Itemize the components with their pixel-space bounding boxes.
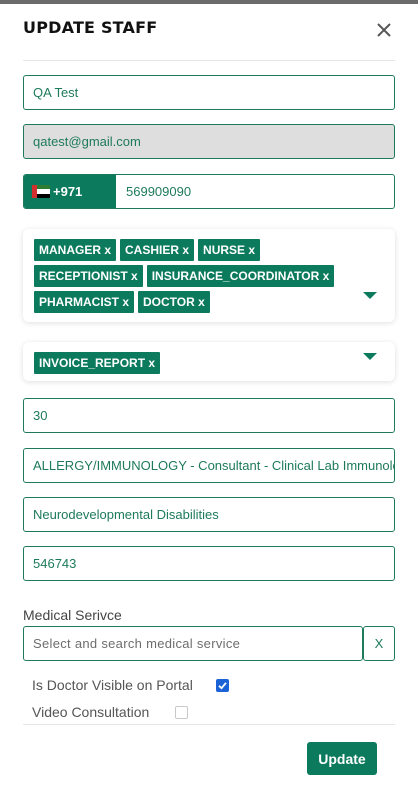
specialty-input[interactable]: ALLERGY/IMMUNOLOGY - Consultant - Clinic… [23, 448, 395, 483]
chip[interactable]: RECEPTIONIST x [34, 265, 143, 287]
chip[interactable]: NURSE x [198, 239, 261, 261]
chip[interactable]: DOCTOR x [138, 291, 210, 313]
permissions-multiselect[interactable]: INVOICE_REPORT x [23, 342, 395, 381]
close-icon[interactable] [374, 20, 394, 40]
medical-service-label: Medical Serivce [23, 607, 122, 623]
chip[interactable]: INSURANCE_COORDINATOR x [146, 265, 335, 287]
visible-on-portal-row: Is Doctor Visible on Portal [32, 677, 193, 693]
phone-field[interactable]: +971 569909090 [23, 174, 395, 209]
video-consultation-checkbox[interactable] [175, 706, 188, 719]
phone-number-input[interactable]: 569909090 [116, 175, 394, 208]
chip[interactable]: MANAGER x [34, 239, 117, 261]
footer-divider [23, 724, 395, 725]
video-consultation-row: Video Consultation [32, 704, 149, 720]
country-code-selector[interactable]: +971 [24, 175, 116, 208]
uae-flag-icon [32, 185, 50, 198]
country-code: +971 [53, 184, 83, 199]
sub-specialty-input[interactable]: Neurodevelopmental Disabilities [23, 497, 395, 532]
chip[interactable]: PHARMACIST x [34, 291, 135, 313]
dialog-title: UPDATE STAFF [23, 18, 158, 37]
chip[interactable]: CASHIER x [120, 239, 195, 261]
medical-service-search-input[interactable]: Select and search medical service [23, 626, 363, 661]
header-divider [23, 60, 395, 61]
roles-chip-list: MANAGER x CASHIER x NURSE x RECEPTIONIST xI… [23, 229, 395, 313]
checkmark-icon [218, 682, 227, 690]
visible-on-portal-checkbox[interactable] [216, 679, 229, 692]
license-input[interactable]: 546743 [23, 546, 395, 581]
update-button[interactable]: Update [307, 742, 377, 775]
chevron-down-icon[interactable] [363, 292, 377, 299]
roles-multiselect[interactable]: MANAGER x CASHIER x NURSE x RECEPTIONIST xI… [23, 229, 395, 322]
clear-medical-service-button[interactable]: X [363, 626, 395, 661]
email-input: qatest@gmail.com [23, 124, 395, 159]
chevron-down-icon[interactable] [363, 353, 377, 360]
visible-on-portal-label: Is Doctor Visible on Portal [32, 677, 193, 693]
name-input[interactable]: QA Test [23, 75, 395, 110]
video-consultation-label: Video Consultation [32, 704, 150, 720]
window-top-border [0, 0, 418, 4]
experience-input[interactable]: 30 [23, 398, 395, 433]
chip[interactable]: INVOICE_REPORT x [34, 352, 161, 374]
permissions-chip-list: INVOICE_REPORT x [23, 342, 395, 374]
